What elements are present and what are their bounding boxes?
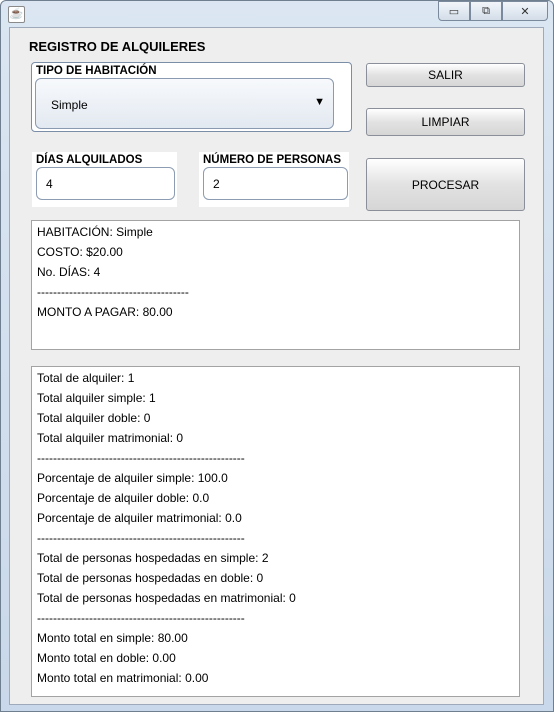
summary-line: Monto total en doble: 0.00: [37, 651, 176, 665]
summary-line: Monto total en matrimonial: 0.00: [37, 671, 209, 685]
exit-button[interactable]: SALIR: [366, 63, 525, 87]
java-icon: ☕: [8, 6, 25, 23]
summary-line: Monto total en simple: 80.00: [37, 631, 188, 645]
summary-line: Total alquiler matrimonial: 0: [37, 431, 184, 445]
clear-button-label: LIMPIAR: [421, 115, 470, 129]
chevron-down-icon[interactable]: ▼: [314, 96, 325, 108]
window-controls: ▭ ⧉ ✕: [438, 1, 548, 21]
room-type-label: TIPO DE HABITACIÓN: [36, 65, 157, 77]
summary-textarea[interactable]: Total de alquiler: 1 Total alquiler simp…: [31, 366, 520, 697]
app-window: ☕ ▭ ⧉ ✕ REGISTRO DE ALQUILERES TIPO DE H…: [0, 0, 554, 712]
summary-separator: ----------------------------------------…: [37, 531, 245, 545]
close-button[interactable]: ✕: [502, 1, 548, 21]
maximize-button[interactable]: ⧉: [470, 1, 502, 21]
days-input[interactable]: 4: [36, 167, 175, 200]
form-panel: REGISTRO DE ALQUILERES TIPO DE HABITACIÓ…: [9, 27, 544, 705]
result-textarea[interactable]: HABITACIÓN: Simple COSTO: $20.00 No. DÍA…: [31, 220, 520, 350]
result-line: HABITACIÓN: Simple: [37, 225, 153, 239]
close-icon: ✕: [520, 5, 530, 18]
result-line: COSTO: $20.00: [37, 245, 123, 259]
clear-button[interactable]: LIMPIAR: [366, 108, 525, 136]
summary-line: Porcentaje de alquiler doble: 0.0: [37, 491, 210, 505]
result-line: No. DÍAS: 4: [37, 265, 101, 279]
result-separator: --------------------------------------: [37, 285, 189, 299]
summary-line: Total alquiler simple: 1: [37, 391, 156, 405]
minimize-button[interactable]: ▭: [438, 1, 470, 21]
room-type-selected-value: Simple: [51, 98, 88, 112]
summary-line: Total de personas hospedadas en matrimon…: [37, 591, 296, 605]
minimize-icon: ▭: [448, 5, 460, 18]
title-bar[interactable]: ☕ ▭ ⧉ ✕: [1, 1, 553, 27]
summary-line: Total de alquiler: 1: [37, 371, 135, 385]
days-label: DÍAS ALQUILADOS: [36, 154, 143, 166]
exit-button-label: SALIR: [428, 68, 463, 82]
result-line: MONTO A PAGAR: 80.00: [37, 305, 173, 319]
summary-separator: ----------------------------------------…: [37, 451, 245, 465]
summary-line: Total de personas hospedadas en simple: …: [37, 551, 269, 565]
room-type-group: TIPO DE HABITACIÓN Simple ▼: [31, 62, 352, 132]
summary-separator: ----------------------------------------…: [37, 611, 245, 625]
process-button-label: PROCESAR: [411, 177, 480, 192]
summary-line: Porcentaje de alquiler matrimonial: 0.0: [37, 511, 242, 525]
summary-line: Porcentaje de alquiler simple: 100.0: [37, 471, 228, 485]
people-input[interactable]: 2: [203, 167, 348, 200]
people-group: NÚMERO DE PERSONAS 2: [199, 152, 349, 207]
people-label: NÚMERO DE PERSONAS: [203, 154, 342, 166]
summary-line: Total de personas hospedadas en doble: 0: [37, 571, 264, 585]
maximize-icon: ⧉: [482, 4, 490, 17]
process-button[interactable]: PROCESAR: [366, 158, 525, 211]
days-group: DÍAS ALQUILADOS 4: [32, 152, 177, 207]
room-type-select[interactable]: Simple ▼: [35, 78, 334, 129]
form-title: REGISTRO DE ALQUILERES: [29, 39, 206, 54]
summary-line: Total alquiler doble: 0: [37, 411, 151, 425]
